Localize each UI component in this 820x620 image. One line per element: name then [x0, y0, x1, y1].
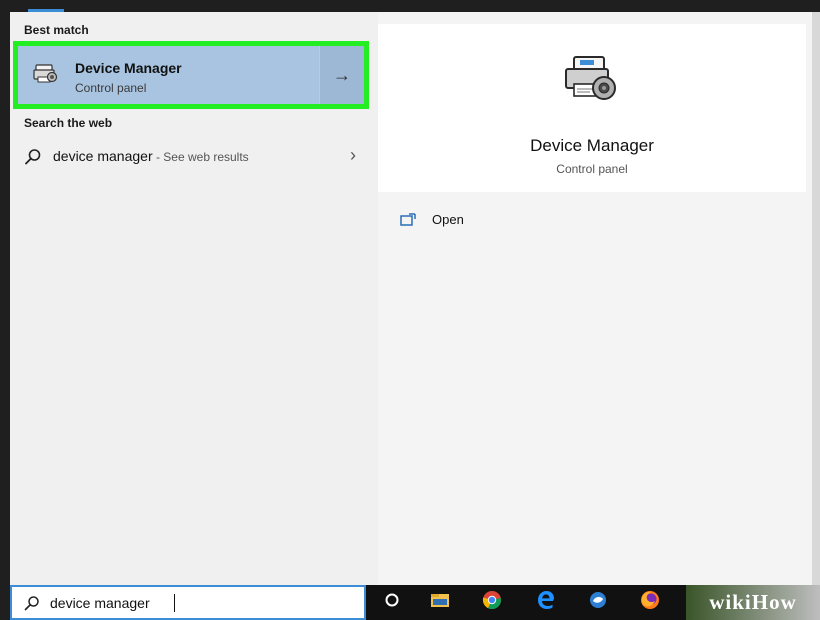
details-pane: Device Manager Control panel Open: [378, 12, 812, 585]
taskbar: wikiHow: [366, 585, 820, 620]
start-search-panel: Best match Device Manager Control panel: [10, 12, 812, 585]
chrome-button[interactable]: [472, 585, 512, 620]
firefox-button[interactable]: [630, 585, 670, 620]
details-card: Device Manager Control panel: [378, 24, 806, 192]
arrow-right-icon: →: [333, 64, 351, 85]
taskbar-search-box[interactable]: [10, 585, 366, 620]
best-match-open-area[interactable]: Device Manager Control panel: [18, 46, 320, 104]
wikihow-watermark: wikiHow: [686, 585, 820, 620]
search-web-header: Search the web: [24, 116, 113, 130]
edge-button[interactable]: [526, 585, 566, 620]
details-subtitle: Control panel: [556, 162, 628, 176]
screen: Best match Device Manager Control panel: [0, 0, 820, 620]
chevron-right-icon: ›: [350, 145, 356, 165]
left-edge: [0, 0, 10, 620]
details-actions: Open: [378, 194, 806, 585]
app-button[interactable]: [578, 585, 618, 620]
cortana-button[interactable]: [372, 585, 412, 620]
open-window-icon: [400, 213, 416, 227]
best-match-subtitle: Control panel: [75, 81, 147, 95]
web-result-text: device manager - See web results: [53, 148, 249, 164]
device-manager-icon: [560, 54, 620, 106]
open-action-button[interactable]: Open: [400, 210, 520, 234]
cortana-circle-icon: [384, 592, 400, 613]
open-details-arrow-button[interactable]: →: [319, 46, 364, 104]
search-input[interactable]: [50, 592, 350, 614]
open-action-label: Open: [432, 212, 464, 227]
top-strip: [0, 0, 820, 12]
file-explorer-button[interactable]: [420, 585, 460, 620]
text-caret: [174, 594, 175, 612]
chrome-icon: [482, 590, 502, 615]
firefox-icon: [640, 590, 660, 615]
best-match-title: Device Manager: [75, 60, 182, 76]
file-explorer-icon: [430, 592, 450, 613]
results-pane: Best match Device Manager Control panel: [10, 12, 378, 585]
web-search-result[interactable]: device manager - See web results ›: [10, 142, 370, 172]
search-icon: [24, 148, 42, 166]
edge-icon: [536, 590, 556, 615]
web-result-suffix: - See web results: [152, 150, 249, 164]
device-manager-icon: [33, 63, 59, 85]
best-match-header: Best match: [24, 23, 89, 37]
best-match-result[interactable]: Device Manager Control panel →: [13, 41, 369, 109]
web-result-query: device manager: [53, 148, 153, 164]
app-icon: [588, 590, 608, 615]
details-title: Device Manager: [530, 136, 654, 155]
right-edge: [812, 12, 820, 585]
search-icon: [24, 595, 40, 611]
